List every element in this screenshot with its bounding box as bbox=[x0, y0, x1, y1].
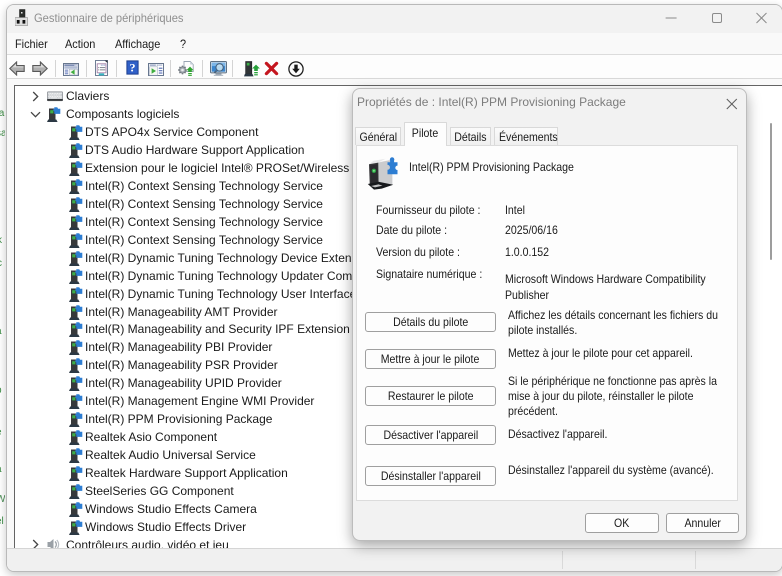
svg-text:?: ? bbox=[130, 61, 136, 75]
